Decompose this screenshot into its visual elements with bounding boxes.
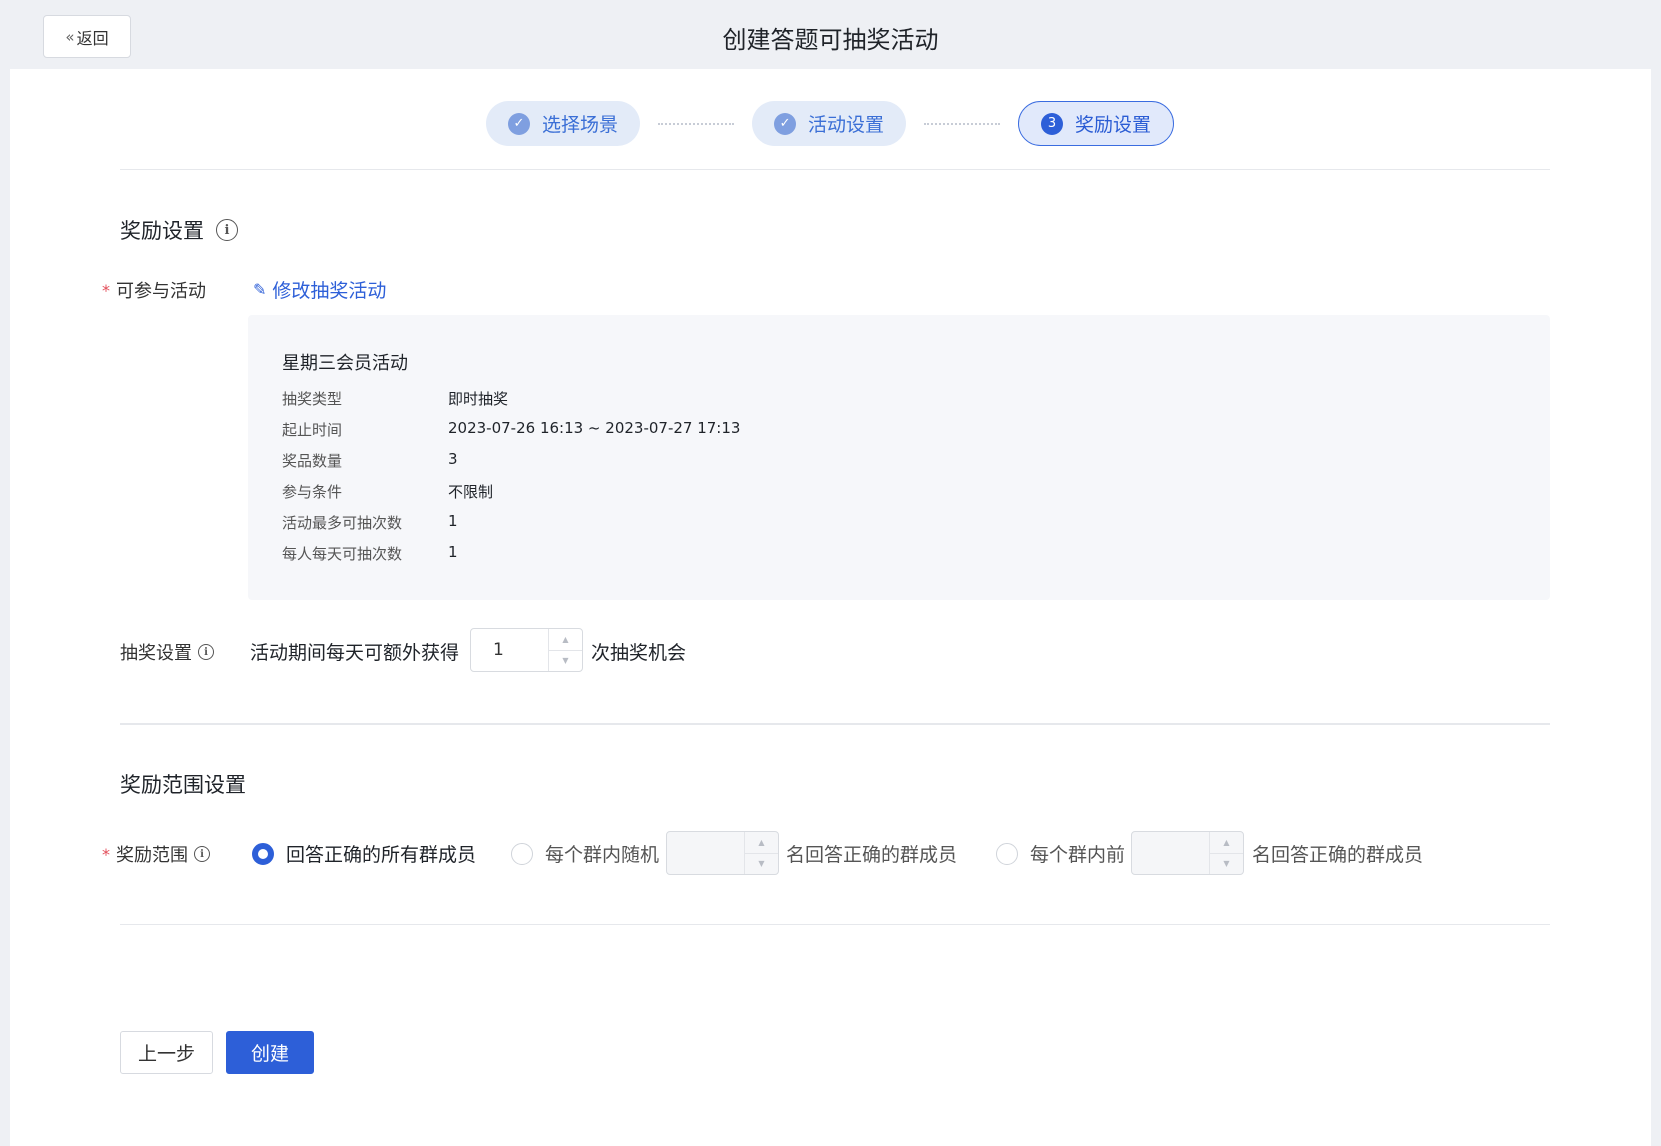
lottery-setting-label: 抽奖设置 i	[120, 639, 214, 665]
check-icon: ✓	[508, 112, 530, 135]
reward-section-title-text: 奖励设置	[120, 219, 204, 243]
header-bar: « 返回 创建答题可抽奖活动	[10, 0, 1651, 69]
lottery-suffix-text: 次抽奖机会	[591, 642, 687, 664]
required-asterisk: *	[102, 844, 110, 864]
chevron-down-icon[interactable]: ▼	[549, 651, 582, 672]
stepper-arrows: ▲ ▼	[548, 629, 582, 671]
activity-info-box: 星期三会员活动 抽奖类型 即时抽奖 起止时间 2023-07-26 16:13 …	[248, 315, 1550, 600]
info-key: 活动最多可抽次数	[282, 514, 403, 532]
divider	[120, 723, 1550, 725]
divider	[120, 169, 1550, 170]
step-separator	[658, 122, 735, 125]
top-suffix-text: 名回答正确的群成员	[1252, 844, 1424, 866]
info-icon[interactable]: i	[216, 219, 238, 241]
random-suffix-text: 名回答正确的群成员	[786, 844, 958, 866]
extra-chances-value[interactable]: 1	[471, 629, 548, 671]
radio-random-per-group[interactable]: 每个群内随机	[511, 840, 659, 867]
steps-bar: ✓ 选择场景 ✓ 活动设置 3 奖励设置	[486, 101, 1175, 146]
info-key: 奖品数量	[282, 452, 343, 470]
info-key: 抽奖类型	[282, 390, 343, 408]
edit-icon: ✎	[253, 280, 267, 299]
chevron-down-icon[interactable]: ▼	[1210, 854, 1243, 875]
right-gutter	[1651, 69, 1661, 1146]
chevron-up-icon[interactable]: ▲	[745, 832, 778, 854]
step-label: 奖励设置	[1075, 114, 1152, 136]
info-key: 参与条件	[282, 483, 343, 501]
step-label: 选择场景	[542, 114, 619, 136]
info-value: 即时抽奖	[448, 390, 509, 408]
required-asterisk: *	[102, 280, 110, 300]
info-value: 2023-07-26 16:13 ~ 2023-07-27 17:13	[448, 419, 741, 437]
stepper-arrows: ▲ ▼	[1209, 832, 1243, 874]
info-row: 抽奖类型 即时抽奖	[282, 388, 508, 409]
info-key: 每人每天可抽次数	[282, 545, 403, 563]
info-icon[interactable]: i	[194, 846, 210, 862]
lottery-prefix-text: 活动期间每天可额外获得	[250, 642, 460, 664]
radio-label: 每个群内随机	[545, 844, 660, 866]
edit-lottery-link[interactable]: ✎ 修改抽奖活动	[253, 276, 386, 303]
chevron-up-icon[interactable]: ▲	[549, 629, 582, 651]
info-icon[interactable]: i	[198, 644, 214, 660]
create-button[interactable]: 创建	[226, 1031, 314, 1074]
prev-step-button[interactable]: 上一步	[120, 1031, 213, 1074]
step-label: 活动设置	[808, 114, 885, 136]
top-count-stepper[interactable]: ▲ ▼	[1131, 831, 1244, 875]
reward-range-label-text: 奖励范围	[116, 845, 188, 866]
participate-label-text: 可参与活动	[116, 281, 206, 302]
info-row: 奖品数量 3	[282, 450, 458, 471]
radio-checked-icon	[252, 842, 274, 865]
edit-link-text: 修改抽奖活动	[272, 280, 387, 302]
stepper-arrows: ▲ ▼	[744, 832, 778, 874]
radio-top-per-group[interactable]: 每个群内前	[996, 840, 1125, 867]
info-key: 起止时间	[282, 421, 343, 439]
step-activity-settings: ✓ 活动设置	[752, 101, 907, 146]
chevron-up-icon[interactable]: ▲	[1210, 832, 1243, 854]
reward-range-label: * 奖励范围 i	[102, 841, 210, 867]
page-title: 创建答题可抽奖活动	[722, 26, 939, 54]
check-icon: ✓	[774, 112, 797, 135]
info-value: 1	[448, 543, 458, 561]
reward-section-title: 奖励设置 i	[120, 215, 238, 245]
random-count-value[interactable]	[667, 832, 744, 874]
random-count-stepper[interactable]: ▲ ▼	[666, 831, 779, 875]
extra-chances-stepper[interactable]: 1 ▲ ▼	[470, 628, 583, 672]
main-card: ✓ 选择场景 ✓ 活动设置 3 奖励设置 奖励设置 i * 可参与活动 ✎ 修改…	[10, 69, 1651, 1146]
divider	[120, 924, 1550, 925]
radio-unchecked-icon	[511, 842, 533, 865]
radio-label: 每个群内前	[1030, 844, 1126, 866]
radio-label: 回答正确的所有群成员	[286, 844, 477, 866]
info-value: 不限制	[448, 483, 494, 501]
radio-unchecked-icon	[996, 842, 1018, 865]
activity-name: 星期三会员活动	[282, 353, 408, 374]
top-count-value[interactable]	[1132, 832, 1209, 874]
lottery-setting-label-text: 抽奖设置	[120, 643, 192, 664]
range-section-title: 奖励范围设置	[120, 773, 246, 797]
step-separator	[924, 122, 1001, 125]
participate-label: * 可参与活动	[102, 277, 206, 303]
info-value: 1	[448, 512, 458, 530]
radio-all-members[interactable]: 回答正确的所有群成员	[252, 840, 476, 867]
info-row: 起止时间 2023-07-26 16:13 ~ 2023-07-27 17:13	[282, 419, 740, 440]
info-row: 每人每天可抽次数 1	[282, 543, 458, 564]
step-reward-settings: 3 奖励设置	[1018, 101, 1175, 146]
step-select-scene: ✓ 选择场景	[486, 101, 641, 146]
step-number-badge: 3	[1041, 112, 1064, 135]
info-value: 3	[448, 450, 458, 468]
chevron-down-icon[interactable]: ▼	[745, 854, 778, 875]
info-row: 参与条件 不限制	[282, 481, 493, 502]
info-row: 活动最多可抽次数 1	[282, 512, 458, 533]
